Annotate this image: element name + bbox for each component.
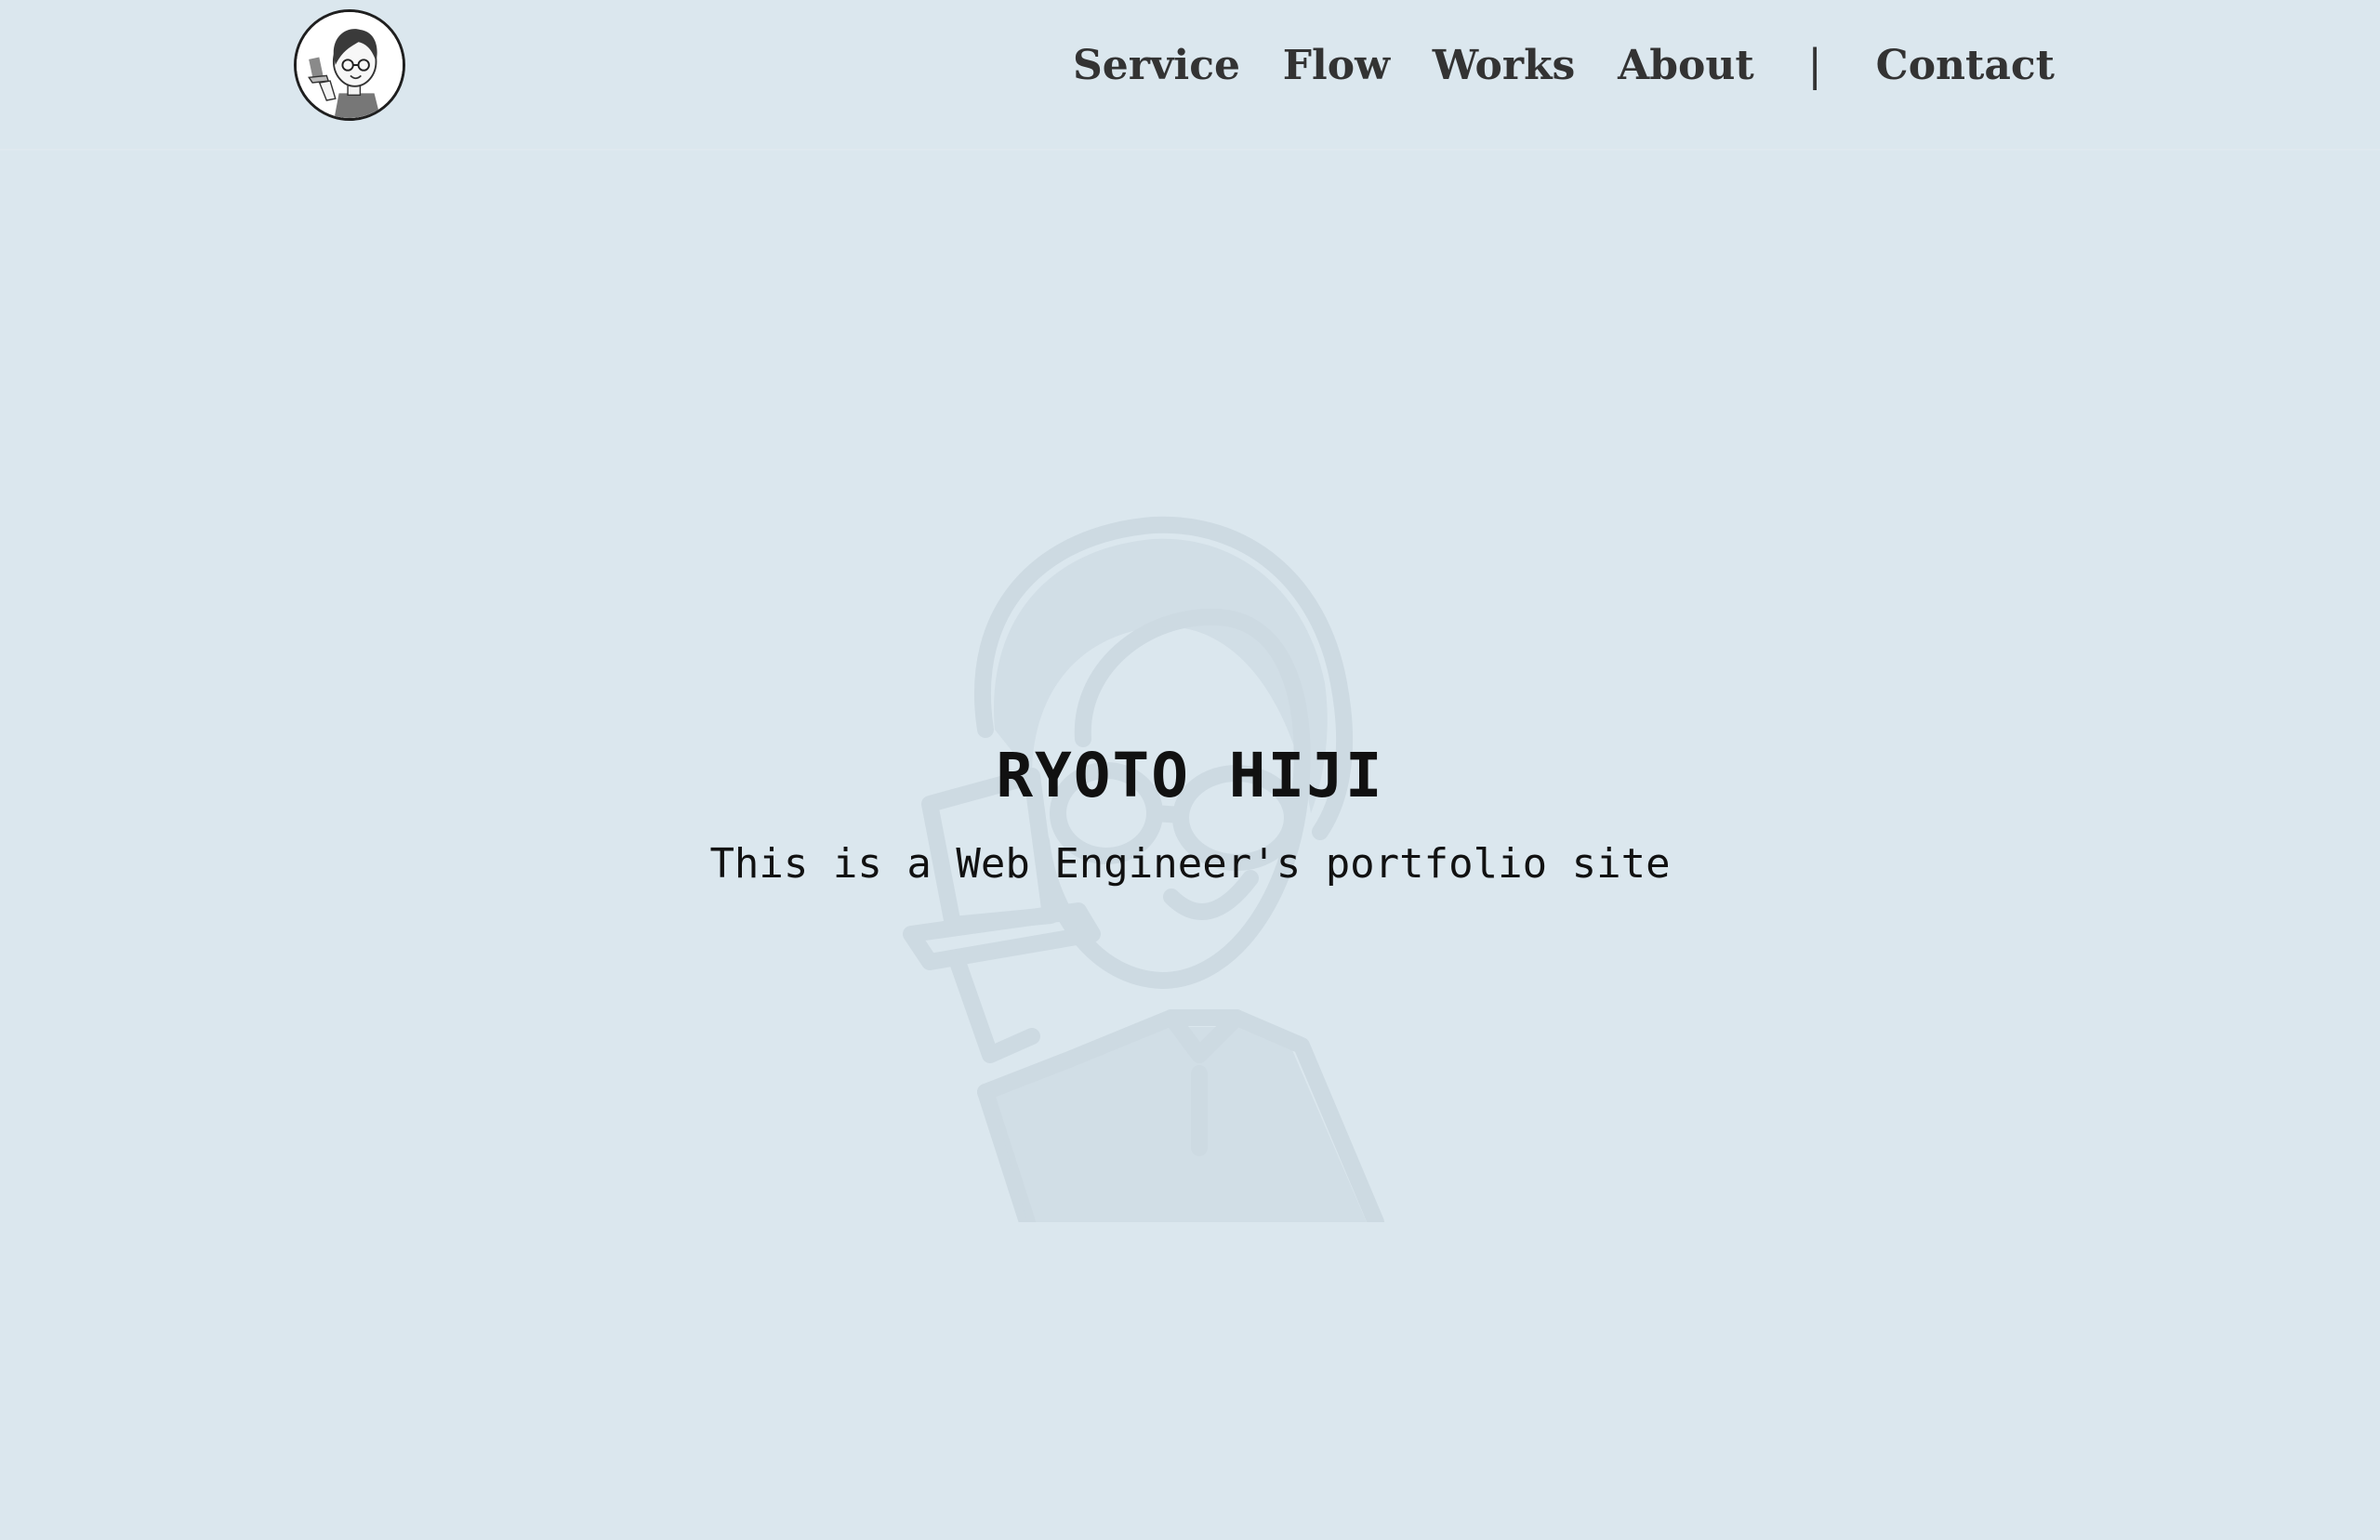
nav-link-works[interactable]: Works bbox=[1433, 42, 1576, 89]
site-header: Service Flow Works About | Contact bbox=[0, 0, 2380, 151]
nav-link-about[interactable]: About bbox=[1618, 42, 1754, 89]
hero-subtitle: This is a Web Engineer's portfolio site bbox=[709, 840, 1671, 888]
nav-separator: | bbox=[1807, 40, 1822, 90]
nav-link-contact[interactable]: Contact bbox=[1876, 42, 2055, 89]
main-navigation: Service Flow Works About | Contact bbox=[1073, 35, 2055, 95]
nav-link-service[interactable]: Service bbox=[1073, 42, 1240, 89]
avatar-logo-icon[interactable] bbox=[294, 9, 405, 121]
hero-title: RYOTO HIJI bbox=[996, 740, 1384, 812]
nav-link-flow[interactable]: Flow bbox=[1283, 42, 1390, 89]
